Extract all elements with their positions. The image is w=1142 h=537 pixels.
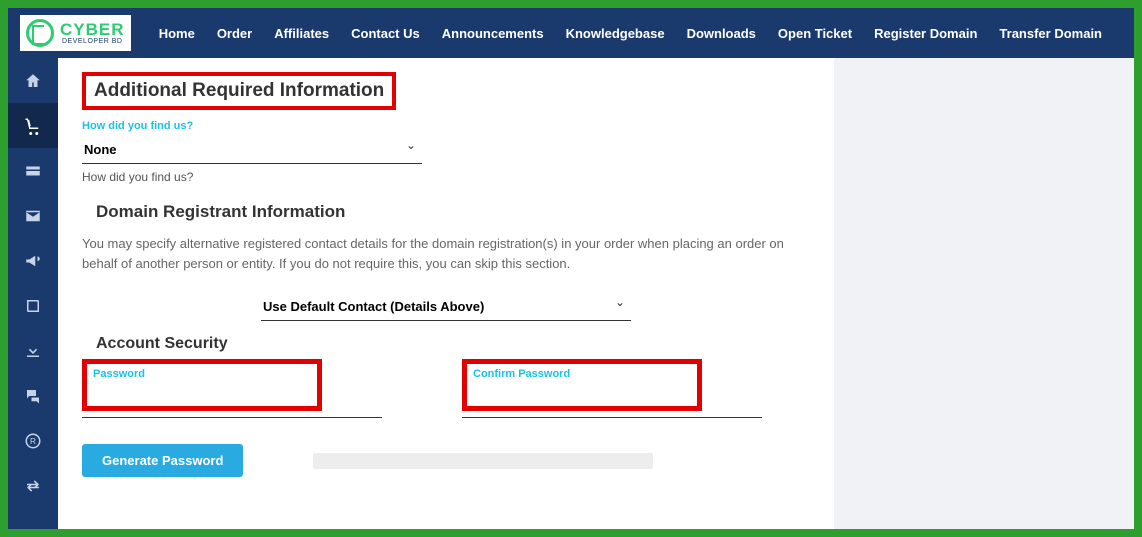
nav-contact[interactable]: Contact Us: [351, 26, 420, 41]
nav-knowledgebase[interactable]: Knowledgebase: [566, 26, 665, 41]
sidebar-mail-icon[interactable]: [8, 193, 58, 238]
nav-home[interactable]: Home: [159, 26, 195, 41]
sidebar-home-icon[interactable]: [8, 58, 58, 103]
logo-brand: CYBER: [60, 21, 125, 38]
nav-open-ticket[interactable]: Open Ticket: [778, 26, 852, 41]
logo-subtitle: DEVELOPER BD: [60, 37, 125, 46]
sidebar-book-icon[interactable]: [8, 283, 58, 328]
registrant-contact-select[interactable]: Use Default Contact (Details Above): [261, 293, 631, 321]
howfind-select[interactable]: None: [82, 136, 422, 164]
right-sidebar: [834, 58, 1134, 529]
password-box: Password: [82, 359, 322, 411]
confirm-password-box: Confirm Password: [462, 359, 702, 411]
password-input[interactable]: [93, 384, 311, 399]
password-label: Password: [93, 368, 311, 380]
logo-icon: [26, 19, 54, 47]
sidebar-download-icon[interactable]: [8, 328, 58, 373]
sidebar-transfer-icon[interactable]: [8, 463, 58, 508]
top-navigation: CYBER DEVELOPER BD Home Order Affiliates…: [8, 8, 1134, 58]
sidebar-chat-icon[interactable]: [8, 373, 58, 418]
nav-announcements[interactable]: Announcements: [442, 26, 544, 41]
sidebar-announce-icon[interactable]: [8, 238, 58, 283]
sidebar-cart-icon[interactable]: [8, 103, 58, 148]
nav-downloads[interactable]: Downloads: [687, 26, 756, 41]
generate-password-button[interactable]: Generate Password: [82, 444, 243, 477]
nav-affiliates[interactable]: Affiliates: [274, 26, 329, 41]
sidebar-registered-icon[interactable]: R: [8, 418, 58, 463]
howfind-helper: How did you find us?: [82, 170, 810, 184]
nav-links: Home Order Affiliates Contact Us Announc…: [159, 26, 1102, 41]
security-title: Account Security: [96, 335, 810, 353]
confirm-password-input[interactable]: [473, 384, 691, 399]
section-title: Additional Required Information: [82, 72, 396, 110]
nav-transfer-domain[interactable]: Transfer Domain: [999, 26, 1102, 41]
svg-text:R: R: [30, 437, 36, 446]
registrant-desc: You may specify alternative registered c…: [82, 234, 810, 273]
howfind-label: How did you find us?: [82, 120, 810, 132]
registrant-title: Domain Registrant Information: [96, 202, 810, 222]
sidebar-billing-icon[interactable]: [8, 148, 58, 193]
logo[interactable]: CYBER DEVELOPER BD: [20, 15, 131, 51]
main-content: Additional Required Information How did …: [58, 58, 834, 529]
sidebar: R: [8, 58, 58, 529]
confirm-password-label: Confirm Password: [473, 368, 691, 380]
nav-register-domain[interactable]: Register Domain: [874, 26, 977, 41]
nav-order[interactable]: Order: [217, 26, 252, 41]
password-strength-bar: [313, 453, 653, 469]
